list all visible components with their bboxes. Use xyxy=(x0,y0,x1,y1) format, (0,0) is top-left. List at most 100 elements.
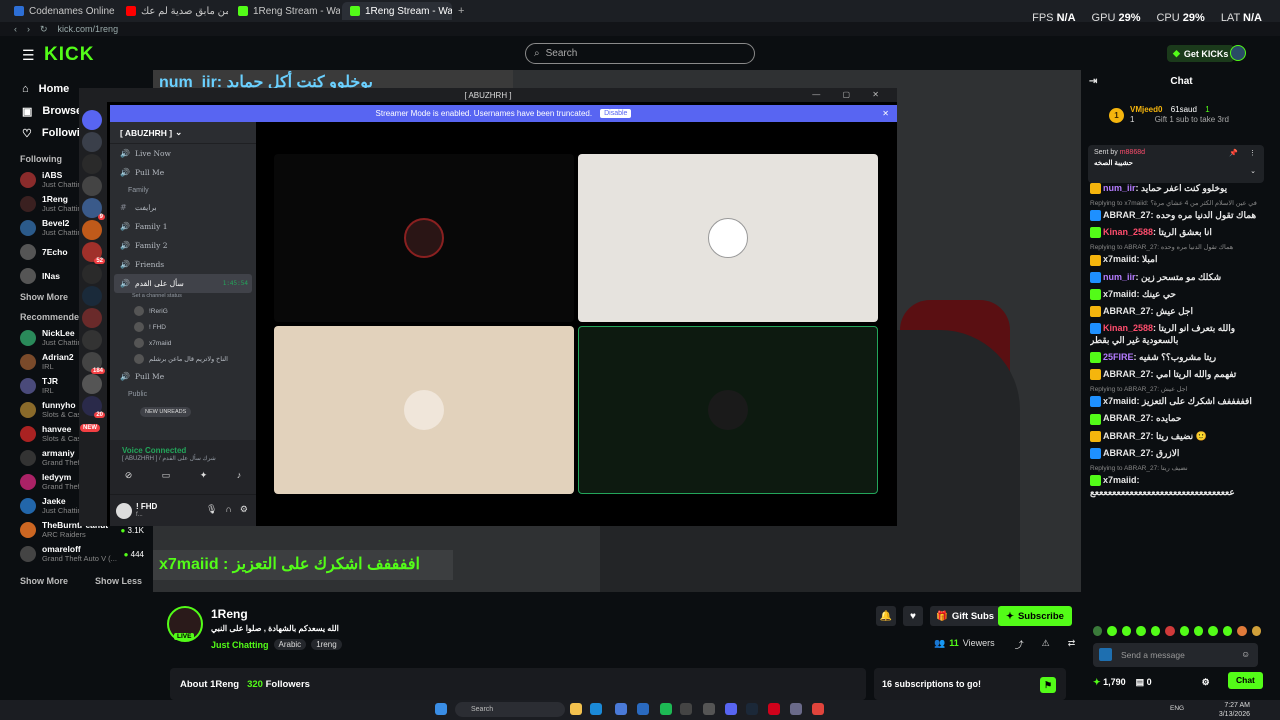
server-icon[interactable] xyxy=(82,132,102,152)
voice-user[interactable]: x7maiid xyxy=(110,335,256,351)
server-icon[interactable]: 20 xyxy=(82,396,105,418)
emote-icon[interactable] xyxy=(1121,626,1132,636)
search-input[interactable]: ⌕ Search xyxy=(525,43,755,64)
system-tray[interactable]: ENG xyxy=(1170,705,1184,712)
server-icon[interactable] xyxy=(82,220,102,240)
self-avatar[interactable] xyxy=(116,503,132,519)
browser-tab[interactable]: 1Reng Stream - Watch Live xyxy=(230,2,340,20)
app-icon[interactable] xyxy=(790,703,802,715)
user-avatar[interactable] xyxy=(1230,45,1246,61)
category-link[interactable]: Just Chatting xyxy=(211,640,269,650)
server-icon[interactable] xyxy=(82,308,102,328)
chevron-down-icon[interactable]: ⌄ xyxy=(1250,167,1256,175)
gift-subs-button[interactable]: 🎁 Gift Subs xyxy=(930,606,1001,626)
follow-heart-icon[interactable]: ♥ xyxy=(903,606,923,626)
menu-icon[interactable]: ☰ xyxy=(22,47,35,64)
forward-icon[interactable]: › xyxy=(27,24,30,34)
chat-username[interactable]: ABRAR_27 xyxy=(1103,448,1151,458)
top-gifter-name[interactable]: VMjeed0 xyxy=(1130,105,1162,114)
server-icon[interactable] xyxy=(82,286,102,306)
participant-tile[interactable] xyxy=(274,326,574,494)
chat-username[interactable]: Kinan_2588 xyxy=(1103,323,1153,333)
chat-username[interactable]: num_iir xyxy=(1103,272,1136,282)
participant-tile-speaking[interactable] xyxy=(578,326,878,494)
chat-message[interactable]: ABRAR_27: تفهمم والله الريتا امي xyxy=(1090,368,1262,381)
chat-username[interactable]: x7maiid xyxy=(1103,475,1137,485)
discord-taskbar-icon[interactable] xyxy=(725,703,737,715)
tag-pill[interactable]: Arabic xyxy=(273,639,307,650)
send-chat-button[interactable]: Chat xyxy=(1228,672,1263,689)
chat-username[interactable]: num_iir xyxy=(1103,183,1136,193)
chat-message[interactable]: Replying to ABRAR_27: نضيف ريتا x7maiid: … xyxy=(1090,464,1262,498)
more-options-icon[interactable]: ⋮ xyxy=(1249,149,1256,157)
active-voice-channel[interactable]: 🔊 سأل على القدم 1:45:54 xyxy=(114,274,252,293)
about-section[interactable]: About 1Reng 320 Followers xyxy=(170,668,866,700)
show-more-recommended[interactable]: Show More xyxy=(0,576,68,586)
camera-off-icon[interactable]: ⊘ xyxy=(125,470,133,481)
server-name-header[interactable]: [ ABUZHRH ] ⌄ xyxy=(110,122,256,144)
server-icon[interactable] xyxy=(82,330,102,350)
emote-icon[interactable] xyxy=(1193,626,1204,636)
emote-icon[interactable] xyxy=(1251,626,1262,636)
disable-button[interactable]: Disable xyxy=(600,109,632,118)
edge-browser-icon[interactable] xyxy=(590,703,602,715)
terminal-icon[interactable] xyxy=(680,703,692,715)
report-icon[interactable]: ⚠ xyxy=(1042,638,1050,651)
browser-tab-active[interactable]: 1Reng Stream - Watch Live xyxy=(342,2,452,20)
url-text[interactable]: kick.com/1reng xyxy=(58,24,119,34)
channel-item[interactable]: 🔊 Family 1 xyxy=(110,217,256,236)
collapse-chat-icon[interactable]: ⇥ xyxy=(1089,76,1097,87)
chat-message[interactable]: Replying to ABRAR_27: هماك تقول الدنيا م… xyxy=(1090,243,1262,266)
channel-category[interactable]: Public xyxy=(110,386,256,402)
more-icon[interactable]: ⇄ xyxy=(1068,638,1076,651)
points-display[interactable]: ✦ 1,790 xyxy=(1093,677,1126,688)
mic-icon[interactable]: 🎙 xyxy=(206,504,217,515)
gift-target-name[interactable]: 61saud xyxy=(1171,105,1197,114)
get-kicks-button[interactable]: ◆ Get KICKs xyxy=(1167,45,1235,62)
show-less-button[interactable]: Show Less xyxy=(75,576,142,586)
chat-message[interactable]: ABRAR_27: حمايده xyxy=(1090,412,1262,425)
server-icon[interactable]: 184 xyxy=(82,352,105,374)
streamer-name[interactable]: 1Reng xyxy=(211,607,248,621)
voice-user[interactable]: ! FHD xyxy=(110,319,256,335)
chat-username[interactable]: x7maiid xyxy=(1103,254,1137,264)
emote-icon[interactable] xyxy=(1222,626,1233,636)
chat-message[interactable]: ABRAR_27: اجل عيش xyxy=(1090,305,1262,317)
activities-icon[interactable]: ✦ xyxy=(200,470,208,481)
address-bar[interactable]: ‹ › ↻ kick.com/1reng xyxy=(0,22,1280,36)
screen-share-icon[interactable]: ▭ xyxy=(162,470,171,481)
kick-logo[interactable]: KICK xyxy=(44,44,94,66)
soundboard-icon[interactable]: ♪ xyxy=(237,470,242,481)
server-icon[interactable] xyxy=(82,176,102,196)
emote-icon[interactable] xyxy=(1208,626,1218,636)
channel-item[interactable]: 🔊 Pull Me xyxy=(110,367,256,386)
server-icon[interactable]: 52 xyxy=(82,242,105,264)
new-unreads-pill[interactable]: NEW UNREADS xyxy=(140,407,192,417)
share-icon[interactable]: ⤴ xyxy=(1015,638,1024,651)
reload-icon[interactable]: ↻ xyxy=(40,24,48,35)
chat-username[interactable]: x7maiid xyxy=(1103,289,1137,299)
chat-message[interactable]: Replying to x7maiid: في عين الاسلام الكث… xyxy=(1090,199,1262,222)
chat-username[interactable]: ABRAR_27 xyxy=(1103,369,1151,379)
app-icon[interactable] xyxy=(812,703,824,715)
headset-icon[interactable]: ∩ xyxy=(225,504,231,515)
server-icon[interactable] xyxy=(82,374,102,394)
chat-message[interactable]: Kinan_2588: انا بعشق الريتا xyxy=(1090,226,1262,239)
taskbar-search[interactable]: Search xyxy=(455,702,565,717)
voice-user[interactable]: الناخ ولاتريم قال ماعن برشلم xyxy=(110,351,256,367)
notification-bell-icon[interactable]: 🔔 xyxy=(876,606,896,626)
chat-message[interactable]: num_iir: شكلك مو متسحر زين xyxy=(1090,271,1262,283)
pinned-by-user[interactable]: m8868d xyxy=(1120,149,1145,156)
chat-identity-icon[interactable] xyxy=(1099,648,1112,661)
chat-settings-icon[interactable]: ⚙ xyxy=(1202,677,1210,688)
channel-item[interactable]: 🔊 Friends xyxy=(110,255,256,274)
chat-username[interactable]: ABRAR_27 xyxy=(1103,431,1151,441)
taskbar-clock[interactable]: 7:27 AM 3/13/2026 xyxy=(1219,701,1250,719)
chat-message[interactable]: Kinan_2588: والله بتعرف انو الريتا بالسع… xyxy=(1090,322,1262,346)
voice-user[interactable]: !ReriG xyxy=(110,303,256,319)
server-icon[interactable] xyxy=(82,154,102,174)
emote-icon[interactable] xyxy=(1136,626,1146,636)
chat-username[interactable]: ABRAR_27 xyxy=(1103,306,1151,316)
channel-item[interactable]: 🔊 Pull Me xyxy=(110,163,256,182)
emote-icon[interactable] xyxy=(1165,626,1175,636)
